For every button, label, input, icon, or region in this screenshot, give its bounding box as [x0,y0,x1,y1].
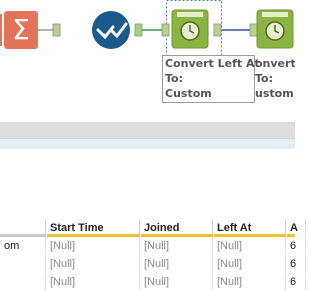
cell: om [0,238,46,255]
cell: [Null] [213,256,286,273]
column-type-bar [0,234,46,237]
cell: 6 [286,256,306,273]
cell [0,256,46,273]
cell: [Null] [140,238,213,255]
table-row[interactable]: [Null] [Null] [Null] 6 [0,256,306,273]
filter-tool[interactable] [92,11,130,49]
pane-splitter[interactable] [0,122,295,138]
workflow-canvas[interactable]: Σ Convert Left At To: Custom onvert To: … [0,0,295,122]
column-type-bar [141,234,213,237]
table-row[interactable]: om [Null] [Null] [Null] 6 [0,238,306,255]
svg-text:Σ: Σ [12,13,30,46]
output-anchor[interactable] [134,23,143,37]
cell: [Null] [46,256,140,273]
datetime-tool-1[interactable] [161,9,222,49]
cell: 6 [286,238,306,255]
tool-annotation-2: onvert . To: ustom [255,57,295,100]
tool-annotation-1: Convert Left At To: Custom [165,57,260,100]
datetime-tool-2[interactable] [249,9,294,49]
input-anchor[interactable] [52,23,61,37]
column-type-bar [47,234,140,237]
column-type-bar [287,234,295,237]
column-type-bar [214,234,286,237]
cell: [Null] [46,238,140,255]
cell: [Null] [213,238,286,255]
grid-header-row: Start Time Joined Left At A [0,220,306,237]
summarize-tool[interactable]: Σ [0,11,38,49]
cell: [Null] [140,256,213,273]
